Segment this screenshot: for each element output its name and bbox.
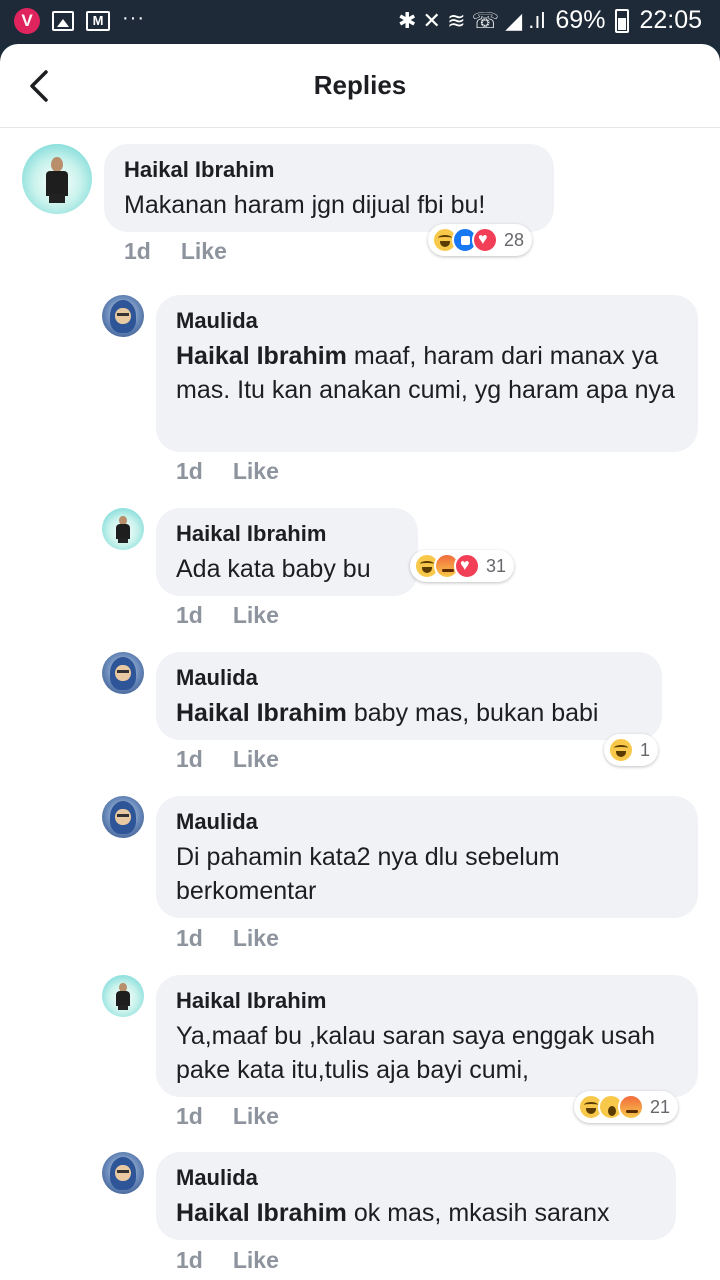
avatar[interactable]	[102, 1152, 144, 1194]
avatar[interactable]	[102, 508, 144, 550]
haha-reaction-icon	[608, 737, 634, 763]
comment-author[interactable]: Haikal Ibrahim	[176, 520, 398, 548]
comment-meta: 1d Like	[176, 925, 279, 952]
mail-icon: M	[86, 11, 110, 31]
comment-text: Makanan haram jgn dijual fbi bu!	[124, 191, 486, 219]
status-bar: V M ··· ✱ ✕ ≋ ☏ ◢ .ıl 69% 22:05	[0, 0, 720, 44]
comment-author[interactable]: Maulida	[176, 808, 678, 836]
love-reaction-icon	[454, 553, 480, 579]
comment-bubble[interactable]: Maulida Di pahamin kata2 nya dlu sebelum…	[156, 796, 698, 918]
comment-text: Ada kata baby bu	[176, 555, 371, 583]
comment-meta: 1d Like	[124, 238, 227, 265]
avatar[interactable]	[102, 975, 144, 1017]
comment-text: Ya,maaf bu ,kalau saran saya enggak usah…	[176, 1022, 656, 1084]
avatar[interactable]	[102, 796, 144, 838]
comment-time: 1d	[176, 746, 203, 772]
bottom-edge	[0, 1268, 720, 1280]
comment-time: 1d	[176, 602, 203, 628]
header: Replies	[0, 44, 720, 128]
reaction-count: 31	[486, 555, 507, 576]
like-button[interactable]: Like	[233, 602, 279, 629]
page-title: Replies	[313, 70, 407, 100]
replies-screen: Replies Haikal Ibrahim Makanan haram jgn…	[0, 44, 720, 1280]
clock: 22:05	[639, 6, 702, 34]
reaction-count: 28	[504, 229, 525, 250]
comment-body: baby mas, bukan babi	[346, 699, 599, 727]
like-button[interactable]: Like	[233, 746, 279, 773]
reaction-summary[interactable]: 28	[428, 224, 533, 256]
more-notifications-icon: ···	[122, 6, 145, 29]
comment-text: Haikal Ibrahim baby mas, bukan babi	[176, 696, 642, 730]
avatar[interactable]	[22, 144, 92, 214]
comment-bubble[interactable]: Haikal Ibrahim Ya,maaf bu ,kalau saran s…	[156, 975, 698, 1097]
comment-time: 1d	[176, 1103, 203, 1129]
avatar[interactable]	[102, 652, 144, 694]
reaction-count: 1	[640, 739, 651, 760]
comment-bubble[interactable]: Haikal Ibrahim Makanan haram jgn dijual …	[104, 144, 554, 232]
gallery-icon	[52, 11, 74, 31]
mention-tag[interactable]: Haikal Ibrahim	[176, 1199, 347, 1227]
comment-meta: 1d Like	[176, 746, 279, 773]
comment-meta: 1d Like	[176, 458, 279, 485]
comment-meta: 1d Like	[176, 602, 279, 629]
comment-text: Haikal Ibrahim ok mas, mkasih saranx	[176, 1196, 656, 1230]
like-button[interactable]: Like	[233, 1103, 279, 1130]
avatar-figure	[115, 982, 132, 1011]
vivaldi-app-icon: V	[14, 8, 40, 34]
mention-tag[interactable]: Haikal Ibrahim	[176, 342, 347, 370]
like-button[interactable]: Like	[181, 238, 227, 265]
love-reaction-icon	[472, 227, 498, 253]
reaction-summary[interactable]: 31	[410, 550, 515, 582]
comment-author[interactable]: Haikal Ibrahim	[176, 987, 678, 1015]
comment-time: 1d	[176, 458, 203, 484]
angry-reaction-icon	[618, 1094, 644, 1120]
battery-percent: 69%	[555, 6, 606, 34]
mention-tag[interactable]: Haikal Ibrahim	[176, 699, 347, 727]
comment-time: 1d	[124, 238, 151, 264]
comment-author[interactable]: Haikal Ibrahim	[124, 156, 534, 184]
avatar-figure	[43, 156, 71, 203]
comment-time: 1d	[176, 925, 203, 951]
battery-icon	[615, 8, 630, 33]
comment-bubble[interactable]: Haikal Ibrahim Ada kata baby bu	[156, 508, 418, 596]
avatar[interactable]	[102, 295, 144, 337]
like-button[interactable]: Like	[233, 925, 279, 952]
comment-bubble[interactable]: Maulida Haikal Ibrahim baby mas, bukan b…	[156, 652, 662, 740]
comment-bubble[interactable]: Maulida Haikal Ibrahim maaf, haram dari …	[156, 295, 698, 452]
comment-author[interactable]: Maulida	[176, 664, 642, 692]
comment-author[interactable]: Maulida	[176, 307, 678, 335]
comment-text: Di pahamin kata2 nya dlu sebelum berkome…	[176, 843, 560, 905]
comment-body: ok mas, mkasih saranx	[346, 1199, 610, 1227]
comment-author[interactable]: Maulida	[176, 1164, 656, 1192]
reaction-summary[interactable]: 1	[604, 734, 659, 766]
reaction-summary[interactable]: 21	[574, 1091, 679, 1123]
like-button[interactable]: Like	[233, 458, 279, 485]
comment-meta: 1d Like	[176, 1103, 279, 1130]
comment-text: Haikal Ibrahim maaf, haram dari manax ya…	[176, 339, 678, 407]
comment-bubble[interactable]: Maulida Haikal Ibrahim ok mas, mkasih sa…	[156, 1152, 676, 1240]
avatar-figure	[115, 515, 132, 544]
reaction-count: 21	[650, 1096, 671, 1117]
connectivity-icons: ✱ ✕ ≋ ☏ ◢ .ıl	[397, 7, 546, 33]
